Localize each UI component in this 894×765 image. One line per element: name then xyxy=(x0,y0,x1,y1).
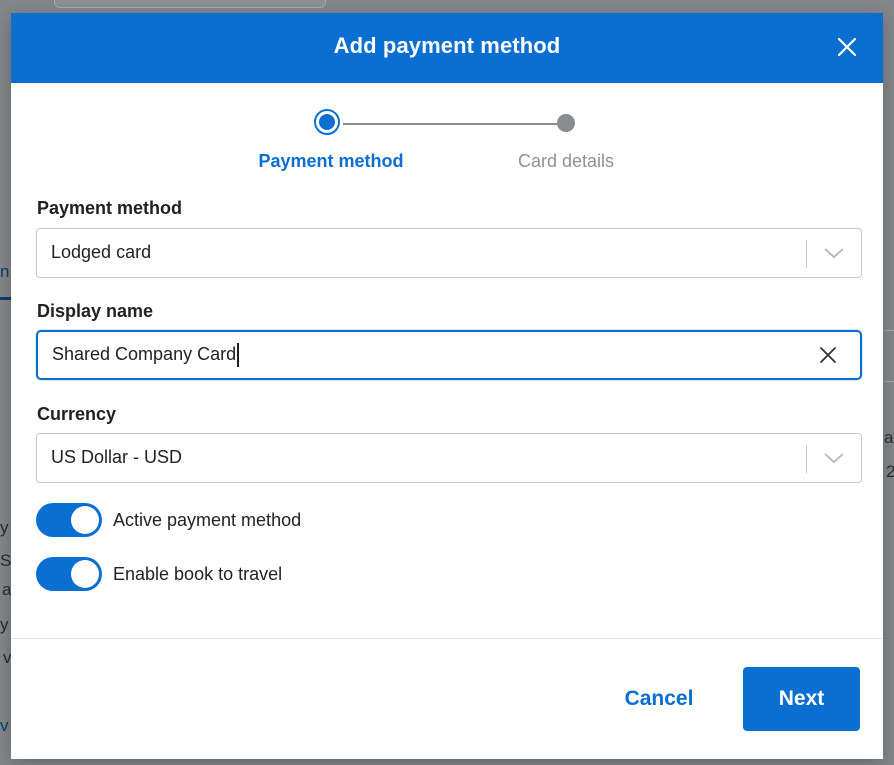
payment-method-select[interactable]: Lodged card xyxy=(36,228,862,278)
clear-icon xyxy=(820,347,836,363)
payment-method-value: Lodged card xyxy=(51,242,152,262)
select-divider xyxy=(806,240,807,268)
display-name-value: Shared Company Card xyxy=(52,343,237,364)
payment-method-label: Payment method xyxy=(37,198,183,218)
enable-book-to-travel-label: Enable book to travel xyxy=(113,564,283,584)
currency-value: US Dollar - USD xyxy=(51,447,183,467)
cancel-button[interactable]: Cancel xyxy=(599,667,719,731)
background-text-fragment: n xyxy=(0,262,10,281)
currency-label: Currency xyxy=(37,404,117,424)
enable-book-to-travel-toggle[interactable] xyxy=(36,557,102,591)
select-divider xyxy=(806,445,807,473)
display-name-field[interactable]: Shared Company Card xyxy=(36,330,862,380)
background-text-fragment: y xyxy=(0,615,9,634)
display-name-input[interactable]: Shared Company Card xyxy=(52,343,240,367)
active-payment-method-row: Active payment method xyxy=(36,503,436,539)
dialog-header: Add payment method xyxy=(11,13,883,83)
toggle-knob xyxy=(71,506,99,534)
close-button[interactable] xyxy=(833,33,861,61)
clear-input-button[interactable] xyxy=(818,345,838,365)
stepper: Payment method Card details xyxy=(11,109,883,189)
text-caret xyxy=(237,343,240,367)
background-text-fragment: y xyxy=(0,518,9,537)
chevron-down-icon[interactable] xyxy=(823,245,845,261)
next-button[interactable]: Next xyxy=(743,667,860,731)
footer-divider xyxy=(11,638,883,639)
enable-book-to-travel-row: Enable book to travel xyxy=(36,557,436,593)
stepper-connector xyxy=(343,123,567,125)
background-input xyxy=(54,0,326,8)
add-payment-method-dialog: Add payment method Payment method Card d… xyxy=(11,13,883,759)
background-text-fragment: v xyxy=(0,716,9,735)
background-text-fragment: S xyxy=(0,551,12,570)
step-label-payment-method: Payment method xyxy=(258,151,404,171)
display-name-label: Display name xyxy=(37,301,154,321)
step-label-card-details: Card details xyxy=(517,151,615,171)
currency-select[interactable]: US Dollar - USD xyxy=(36,433,862,483)
background-text-fragment: 2 xyxy=(886,462,894,481)
toggle-knob xyxy=(71,560,99,588)
dialog-title: Add payment method xyxy=(333,33,561,58)
chevron-down-icon[interactable] xyxy=(823,450,845,466)
close-icon xyxy=(837,37,857,57)
active-payment-method-label: Active payment method xyxy=(113,510,302,530)
step-indicator-active xyxy=(314,109,340,135)
background-text-fragment: a xyxy=(884,428,894,447)
step-indicator-inactive xyxy=(557,114,575,132)
active-payment-method-toggle[interactable] xyxy=(36,503,102,537)
